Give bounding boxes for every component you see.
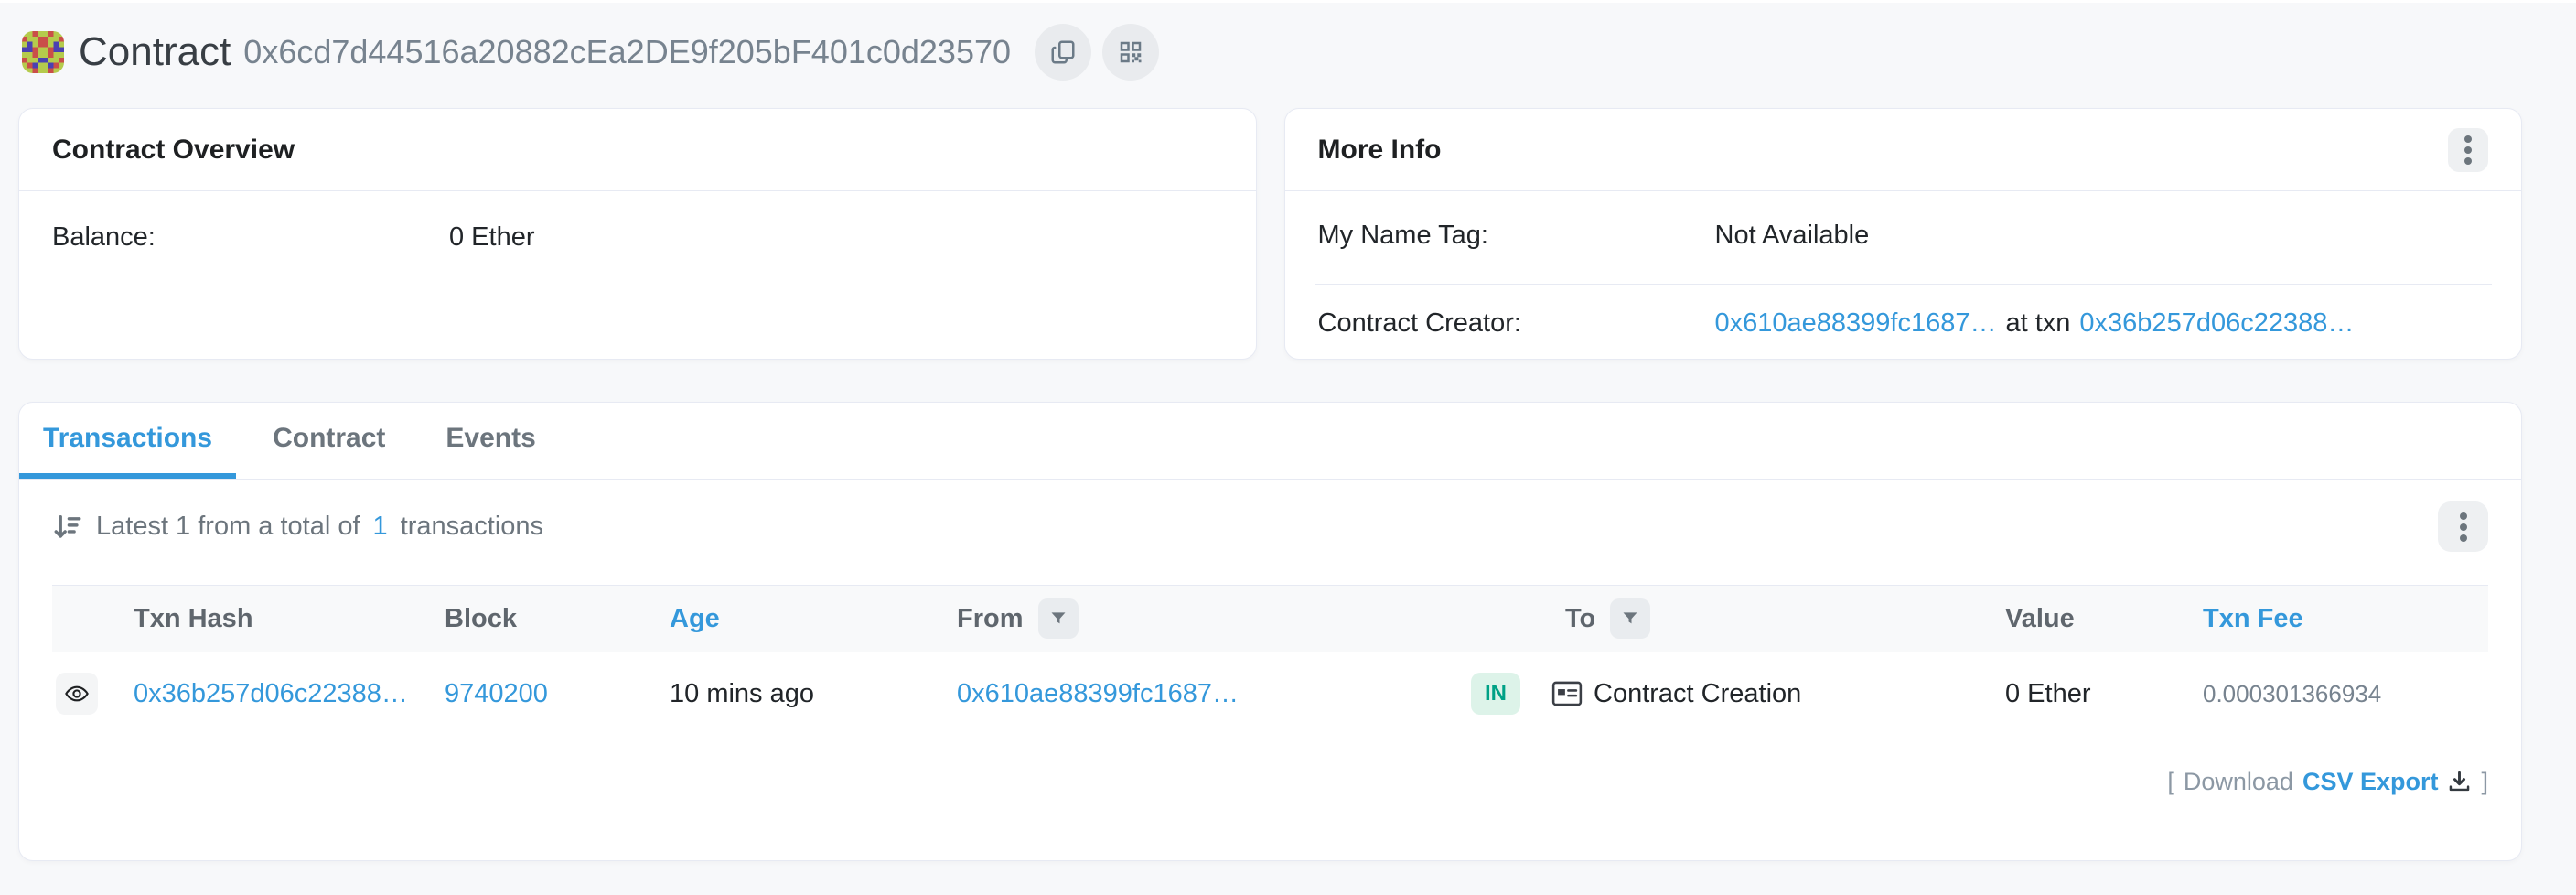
balance-row: Balance: 0 Ether	[52, 222, 1223, 253]
balance-label: Balance:	[52, 222, 449, 253]
contract-creator-value: 0x610ae88399fc1687… at txn 0x36b257d06c223…	[1715, 308, 2355, 339]
latest-summary-prefix: Latest 1 from a total of	[96, 512, 360, 542]
row-txn-fee-cell: 0.000301366934	[2199, 680, 2490, 708]
csv-export-link[interactable]: CSV Export	[2302, 768, 2473, 796]
txn-preview-button[interactable]	[56, 673, 98, 715]
sort-descending-icon	[52, 512, 83, 543]
contract-creator-label: Contract Creator:	[1318, 308, 1715, 339]
row-value-cell: 0 Ether	[2002, 679, 2199, 709]
more-info-card-header: More Info	[1285, 109, 2522, 191]
balance-value: 0 Ether	[449, 222, 535, 253]
txn-hash-link[interactable]: 0x36b257d06c22388…	[134, 679, 408, 709]
header-to: To	[1565, 604, 1595, 634]
transactions-card: Transactions Contract Events Latest 1 fr…	[18, 402, 2522, 861]
header-txn-fee-wrap: Txn Fee	[2199, 604, 2490, 634]
to-contract-creation-text: Contract Creation	[1594, 679, 1801, 709]
header-to-wrap: To	[1467, 598, 2002, 639]
csv-download-text: Download	[2184, 768, 2293, 796]
row-preview-cell	[52, 673, 130, 715]
latest-summary-suffix: transactions	[401, 512, 543, 542]
more-info-menu-button[interactable]	[2448, 128, 2488, 172]
header-txn-fee-link[interactable]: Txn Fee	[2203, 604, 2303, 634]
to-filter-button[interactable]	[1610, 598, 1650, 639]
table-row: 0x36b257d06c22388… 9740200 10 mins ago 0…	[52, 652, 2488, 735]
more-info-title: More Info	[1318, 135, 1442, 166]
copy-icon	[1049, 38, 1077, 66]
row-txn-hash-cell: 0x36b257d06c22388…	[130, 679, 441, 709]
contract-overview-card: Contract Overview Balance: 0 Ether	[18, 108, 1257, 360]
transactions-toolbar: Latest 1 from a total of 1 transactions	[19, 480, 2521, 552]
direction-in-badge: IN	[1471, 673, 1520, 715]
row-from-cell: 0x610ae88399fc1687…	[953, 679, 1467, 709]
csv-bracket-close: ]	[2481, 768, 2488, 796]
tab-events[interactable]: Events	[422, 403, 559, 479]
creator-address-link[interactable]: 0x610ae88399fc1687…	[1715, 308, 1997, 338]
tab-contract[interactable]: Contract	[249, 403, 409, 479]
qr-code-icon	[1117, 38, 1144, 66]
header-from-wrap: From	[953, 598, 1467, 639]
filter-funnel-icon	[1049, 609, 1068, 628]
kebab-menu-icon	[2463, 135, 2473, 166]
tab-transactions[interactable]: Transactions	[19, 403, 236, 479]
creator-txn-link[interactable]: 0x36b257d06c22388…	[2079, 308, 2354, 338]
more-info-card: More Info My Name Tag: Not Available Con…	[1284, 108, 2523, 360]
filter-funnel-icon	[1621, 609, 1639, 628]
contract-blockie-avatar-icon	[22, 31, 64, 73]
overview-cards-row: Contract Overview Balance: 0 Ether More …	[0, 108, 2576, 360]
from-filter-button[interactable]	[1038, 598, 1079, 639]
download-icon	[2447, 770, 2472, 794]
csv-bracket-open: [	[2167, 768, 2174, 796]
transactions-table: Txn Hash Block Age From To Value	[52, 585, 2488, 735]
creator-connector-text: at txn	[2005, 308, 2070, 338]
latest-summary: Latest 1 from a total of 1 transactions	[52, 512, 543, 543]
copy-address-button[interactable]	[1035, 24, 1091, 81]
contract-overview-card-header: Contract Overview	[19, 109, 1256, 191]
header-from: From	[957, 604, 1024, 634]
contract-creator-row: Contract Creator: 0x610ae88399fc1687… at …	[1285, 285, 2522, 339]
transactions-menu-button[interactable]	[2438, 501, 2488, 552]
eye-icon	[64, 681, 90, 706]
page-title: Contract	[79, 32, 231, 72]
page-header: Contract 0x6cd7d44516a20882cEa2DE9f205bF…	[0, 3, 2576, 108]
contract-overview-title: Contract Overview	[52, 135, 295, 166]
row-block-cell: 9740200	[441, 679, 666, 709]
table-header-row: Txn Hash Block Age From To Value	[52, 585, 2488, 652]
header-block: Block	[441, 604, 666, 634]
tab-bar: Transactions Contract Events	[19, 403, 2521, 480]
from-address-link[interactable]: 0x610ae88399fc1687…	[957, 679, 1239, 709]
kebab-menu-icon	[2459, 512, 2468, 543]
contract-creation-note-icon	[1551, 680, 1583, 707]
qr-code-button[interactable]	[1102, 24, 1159, 81]
contract-overview-body: Balance: 0 Ether	[19, 191, 1256, 284]
header-value: Value	[2002, 604, 2199, 634]
csv-export-label: CSV Export	[2302, 768, 2439, 796]
row-age-cell: 10 mins ago	[666, 679, 953, 709]
more-info-body: My Name Tag: Not Available Contract Crea…	[1285, 191, 2522, 339]
name-tag-value: Not Available	[1715, 221, 1870, 251]
csv-export-row: [ Download CSV Export ]	[19, 735, 2521, 796]
name-tag-label: My Name Tag:	[1318, 221, 1715, 251]
block-link[interactable]: 9740200	[445, 679, 548, 709]
header-txn-hash: Txn Hash	[130, 604, 441, 634]
header-age-link[interactable]: Age	[670, 604, 720, 634]
header-age-wrap: Age	[666, 604, 953, 634]
total-transactions-link[interactable]: 1	[373, 512, 388, 542]
contract-address: 0x6cd7d44516a20882cEa2DE9f205bF401c0d235…	[243, 36, 1011, 69]
name-tag-row: My Name Tag: Not Available	[1285, 191, 2522, 284]
row-to-cell: IN Contract Creation	[1467, 673, 2002, 715]
